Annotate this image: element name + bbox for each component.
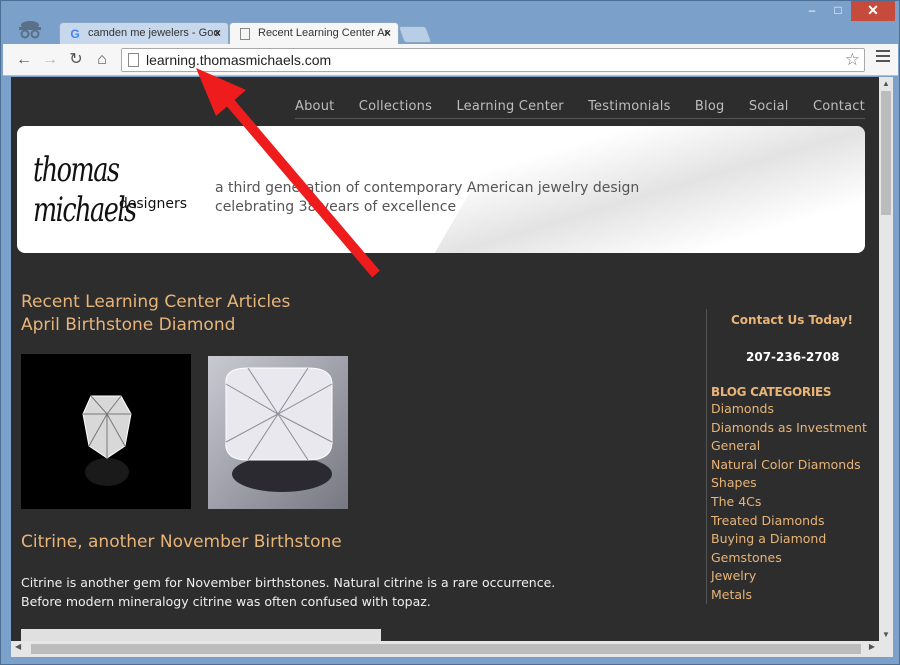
tab-title: camden me jewelers - Goo <box>88 27 220 39</box>
page-viewport: About Collections Learning Center Testim… <box>11 77 879 641</box>
horizontal-scrollbar[interactable]: ◀ ▶ <box>11 641 879 657</box>
scroll-corner <box>879 641 893 657</box>
category-link-gemstones[interactable]: Gemstones <box>711 549 867 568</box>
back-arrow-icon[interactable]: ← <box>13 49 35 71</box>
new-tab-button[interactable] <box>397 26 433 43</box>
tagline: a third generation of contemporary Ameri… <box>215 180 640 215</box>
horizontal-scroll-thumb[interactable] <box>31 644 861 654</box>
category-link-diamonds[interactable]: Diamonds <box>711 400 867 419</box>
vertical-scrollbar[interactable]: ▲ ▼ <box>879 77 893 641</box>
phone-number[interactable]: 207-236-2708 <box>746 350 839 364</box>
forward-arrow-icon[interactable]: → <box>39 49 61 71</box>
tab-google-search[interactable]: G camden me jewelers - Goo × <box>59 22 229 44</box>
diamond-image-cushion[interactable] <box>208 356 348 509</box>
nav-collections[interactable]: Collections <box>359 99 432 114</box>
category-link-buying[interactable]: Buying a Diamond <box>711 530 867 549</box>
scroll-right-arrow-icon[interactable]: ▶ <box>869 642 875 651</box>
page-icon <box>128 53 139 67</box>
logo-wordmark: thomas michaels <box>33 150 137 230</box>
blog-categories-list: Diamonds Diamonds as Investment General … <box>711 400 867 605</box>
site-nav: About Collections Learning Center Testim… <box>295 99 865 119</box>
tab-title: Recent Learning Center Ar <box>258 27 389 39</box>
window-controls: – □ ✕ <box>799 1 895 21</box>
category-link-4cs[interactable]: The 4Cs <box>711 493 867 512</box>
title-bar: G camden me jewelers - Goo × Recent Lear… <box>1 1 900 44</box>
scroll-up-arrow-icon[interactable]: ▲ <box>879 79 893 88</box>
scroll-left-arrow-icon[interactable]: ◀ <box>15 642 21 651</box>
category-link-jewelry[interactable]: Jewelry <box>711 567 867 586</box>
nav-learning-center[interactable]: Learning Center <box>456 99 563 114</box>
menu-icon[interactable] <box>876 50 890 66</box>
sidebar-divider <box>706 309 707 604</box>
browser-window: G camden me jewelers - Goo × Recent Lear… <box>0 0 900 665</box>
category-link-natural-color[interactable]: Natural Color Diamonds <box>711 456 867 475</box>
minimize-button[interactable]: – <box>799 1 825 21</box>
nav-testimonials[interactable]: Testimonials <box>588 99 670 114</box>
category-link-treated[interactable]: Treated Diamonds <box>711 512 867 531</box>
tab-close-icon[interactable]: × <box>384 23 391 43</box>
header-banner: thomas michaels designers a third genera… <box>17 126 865 253</box>
diamond-image-black[interactable] <box>21 354 191 509</box>
incognito-icon <box>19 21 41 39</box>
article-excerpt: Citrine is another gem for November birt… <box>21 575 556 609</box>
category-link-general[interactable]: General <box>711 437 867 456</box>
contact-us-link[interactable]: Contact Us Today! <box>731 313 853 327</box>
nav-about[interactable]: About <box>295 99 334 114</box>
bookmark-star-icon[interactable]: ☆ <box>845 50 860 70</box>
browser-toolbar: ← → ↻ ⌂ learning.thomasmichaels.com ☆ <box>3 44 898 76</box>
nav-social[interactable]: Social <box>749 99 789 114</box>
reload-icon[interactable]: ↻ <box>65 49 87 71</box>
address-bar[interactable]: learning.thomasmichaels.com ☆ <box>121 48 865 72</box>
page-icon <box>240 28 250 40</box>
url-text[interactable]: learning.thomasmichaels.com <box>146 52 331 68</box>
maximize-button[interactable]: □ <box>825 1 851 21</box>
close-button[interactable]: ✕ <box>851 1 895 21</box>
site-logo[interactable]: thomas michaels designers <box>33 150 203 230</box>
article-title[interactable]: Citrine, another November Birthstone <box>21 532 342 552</box>
scroll-down-arrow-icon[interactable]: ▼ <box>879 630 893 639</box>
page-heading: Recent Learning Center Articles April Bi… <box>21 292 291 337</box>
logo-subtitle: designers <box>118 196 187 212</box>
category-link-shapes[interactable]: Shapes <box>711 474 867 493</box>
vertical-scroll-thumb[interactable] <box>881 91 891 215</box>
article-image-placeholder <box>21 629 381 641</box>
nav-blog[interactable]: Blog <box>695 99 725 114</box>
blog-categories-heading: BLOG CATEGORIES <box>711 385 832 399</box>
nav-contact[interactable]: Contact <box>813 99 865 114</box>
tab-close-icon[interactable]: × <box>214 23 221 43</box>
article-link-april[interactable]: April Birthstone Diamond <box>21 314 290 337</box>
tab-learning-center[interactable]: Recent Learning Center Ar × <box>229 22 399 44</box>
category-link-metals[interactable]: Metals <box>711 586 867 605</box>
home-icon[interactable]: ⌂ <box>91 49 113 71</box>
google-g-icon: G <box>70 27 80 41</box>
category-link-investment[interactable]: Diamonds as Investment <box>711 419 867 438</box>
